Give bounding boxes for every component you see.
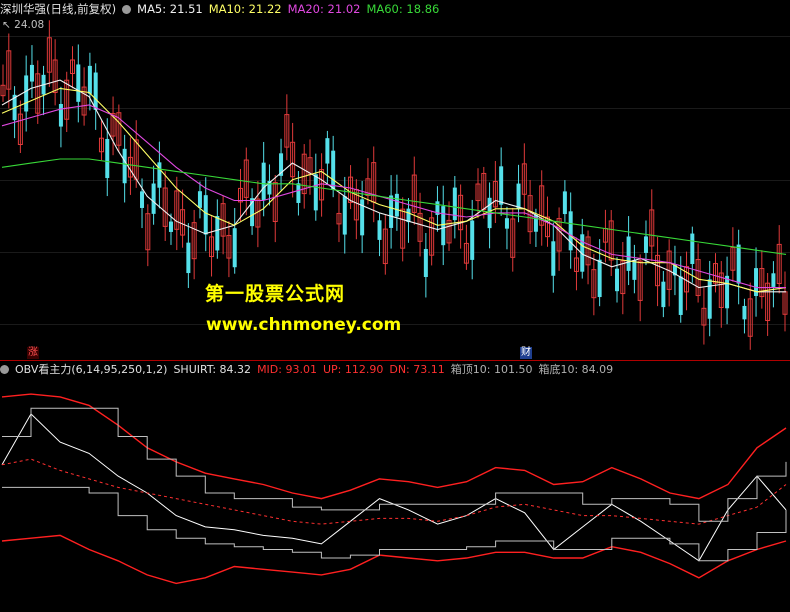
indicator-name: OBV看主力(6,14,95,250,1,2) [15, 363, 168, 376]
watermark-title: 第一股票公式网 [205, 283, 346, 305]
ma20-label: MA20: 21.02 [287, 2, 361, 16]
candle-body-29 [168, 221, 173, 232]
candle-body-81 [470, 220, 475, 260]
candle-body-111 [643, 236, 648, 253]
mid-label: MID: 93.01 [257, 363, 317, 376]
candle-body-128 [742, 305, 747, 320]
financial-report-tag[interactable]: 财 [520, 347, 532, 359]
candle-body-106 [615, 268, 620, 292]
indicator-header: OBV看主力(6,14,95,250,1,2) SHUIRT: 84.32 MID:… [0, 362, 619, 378]
stock-title: 深圳华强(日线,前复权) [0, 2, 117, 16]
shuirt-label: SHUIRT: 84.32 [173, 363, 252, 376]
candle-body-54 [313, 174, 318, 211]
candle-body-109 [632, 260, 637, 280]
candle-body-27 [157, 162, 162, 188]
ma5-label: MA5: 21.51 [137, 2, 203, 16]
candle-body-13 [76, 64, 81, 102]
candle-body-35 [203, 195, 208, 235]
candle-body-56 [325, 138, 330, 164]
candle-body-65 [377, 220, 382, 240]
candle-body-26 [151, 183, 156, 214]
candle-body-95 [551, 241, 556, 276]
candle-body-24 [140, 191, 145, 208]
candle-body-5 [29, 64, 34, 82]
ma10-label: MA10: 21.22 [208, 2, 282, 16]
watermark-url: www.chnmoney.com [206, 315, 402, 335]
candle-body-114 [661, 281, 666, 308]
box-top-label: 箱顶10: 101.50 [450, 363, 533, 376]
candle-body-68 [394, 193, 399, 217]
candle-body-127 [736, 244, 741, 284]
candle-body-84 [487, 197, 492, 229]
candle-body-119 [690, 233, 695, 264]
limit-up-tag[interactable]: 涨 [27, 347, 39, 359]
candle-body-34 [197, 191, 202, 208]
candle-body-16 [93, 72, 98, 110]
candle-body-133 [771, 273, 776, 287]
candle-body-122 [707, 279, 712, 319]
candle-body-10 [58, 103, 63, 127]
high-price-label: ↖ 24.08 [2, 19, 45, 31]
candle-body-89 [516, 183, 521, 209]
candle-body-51 [296, 183, 301, 203]
candle-body-45 [261, 162, 266, 201]
candle-body-103 [597, 259, 602, 298]
ma60-label: MA60: 18.86 [366, 2, 440, 16]
candle-body-86 [499, 166, 504, 205]
dn-label: DN: 73.11 [389, 363, 445, 376]
candle-body-18 [105, 138, 110, 179]
box-bottom-label: 箱底10: 84.09 [538, 363, 614, 376]
candle-body-40 [232, 228, 237, 268]
candle-body-87 [504, 218, 509, 229]
up-label: UP: 112.90 [322, 363, 384, 376]
candle-body-4 [24, 75, 29, 112]
high-arrow-icon: ↖ [2, 19, 15, 31]
candle-body-73 [423, 248, 428, 277]
candle-body-32 [186, 242, 191, 274]
candle-body-76 [441, 206, 446, 246]
settings-circle-icon[interactable] [122, 5, 132, 14]
chart-canvas [0, 0, 790, 612]
candle-body-59 [342, 196, 347, 235]
price-header: 深圳华强(日线,前复权) MA5: 21.51 MA10: 21.22 MA20: 2… [0, 1, 445, 17]
candle-body-15 [87, 65, 92, 94]
candle-body-97 [562, 191, 567, 215]
candle-body-117 [678, 276, 683, 315]
indicator-settings-circle-icon[interactable] [0, 365, 9, 374]
candle-body-125 [725, 275, 730, 309]
candle-body-57 [331, 150, 336, 190]
candle-body-108 [626, 236, 631, 271]
candle-body-21 [122, 148, 127, 184]
candle-body-37 [215, 216, 220, 251]
candle-body-70 [406, 208, 411, 223]
